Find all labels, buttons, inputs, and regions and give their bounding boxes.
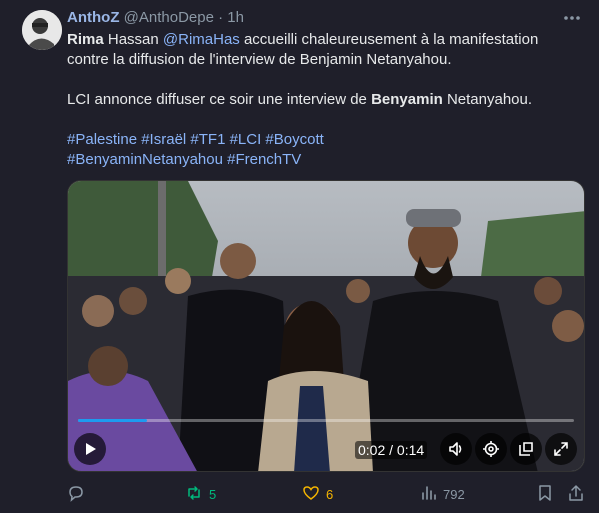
tweet-paragraph-1: Rima Hassan @RimaHas accueilli chaleureu… <box>67 30 577 70</box>
video-timecode: 0:02 / 0:14 <box>355 441 428 459</box>
hashtags-line-1[interactable]: #Palestine #Israël #TF1 #LCI #Boycott <box>67 130 577 150</box>
video-player[interactable]: 0:02 / 0:14 <box>67 180 585 472</box>
text-lci: LCI annonce diffuser ce soir une intervi… <box>67 91 372 108</box>
like-count: 6 <box>326 487 334 502</box>
reply-button[interactable] <box>67 484 91 505</box>
views-icon <box>419 484 437 505</box>
tweet-text: Rima Hassan @RimaHas accueilli chaleureu… <box>67 30 577 170</box>
play-icon <box>83 442 97 456</box>
share-icon <box>567 484 585 505</box>
video-progress-fill <box>78 419 148 422</box>
pip-button[interactable] <box>510 433 542 465</box>
avatar[interactable] <box>22 10 62 50</box>
volume-button[interactable] <box>440 433 472 465</box>
settings-icon <box>482 440 500 458</box>
settings-button[interactable] <box>475 433 507 465</box>
pip-icon <box>517 440 535 458</box>
views-count: 792 <box>443 487 465 502</box>
like-icon <box>302 484 320 505</box>
bookmark-icon <box>536 484 554 505</box>
tweet-header: AnthoZ @AnthoDepe · 1h <box>67 8 244 28</box>
text-netanyahou: Netanyahou. <box>442 91 533 108</box>
more-icon[interactable] <box>561 10 583 26</box>
fullscreen-icon <box>552 440 570 458</box>
play-button[interactable] <box>74 433 106 465</box>
volume-icon <box>447 440 465 458</box>
video-progress-bar[interactable] <box>78 419 574 422</box>
author-name[interactable]: AnthoZ <box>67 9 119 26</box>
share-button[interactable] <box>567 484 585 505</box>
video-frame <box>68 181 584 471</box>
mention-link[interactable]: @RimaHas <box>163 31 240 48</box>
tweet-actions: 5 6 792 <box>67 484 587 506</box>
views-button[interactable]: 792 <box>419 484 465 505</box>
retweet-button[interactable]: 5 <box>185 484 216 505</box>
retweet-count: 5 <box>209 487 217 502</box>
like-button[interactable]: 6 <box>302 484 333 505</box>
retweet-icon <box>185 484 203 505</box>
bold-benyamin: Benyamin <box>371 91 443 108</box>
tweet[interactable]: AnthoZ @AnthoDepe · 1h Rima Hassan @Rima… <box>0 0 599 513</box>
hashtags-line-2[interactable]: #BenyaminNetanyahou #FrenchTV <box>67 150 577 170</box>
separator-dot: · <box>218 9 224 26</box>
bookmark-button[interactable] <box>536 484 554 505</box>
text-hassan: Hassan <box>103 31 163 48</box>
reply-icon <box>67 484 85 505</box>
fullscreen-button[interactable] <box>545 433 577 465</box>
tweet-paragraph-2: LCI annonce diffuser ce soir une intervi… <box>67 90 577 110</box>
bold-rima: Rima <box>67 31 104 48</box>
author-handle[interactable]: @AnthoDepe <box>124 9 214 26</box>
timestamp[interactable]: 1h <box>227 9 244 26</box>
